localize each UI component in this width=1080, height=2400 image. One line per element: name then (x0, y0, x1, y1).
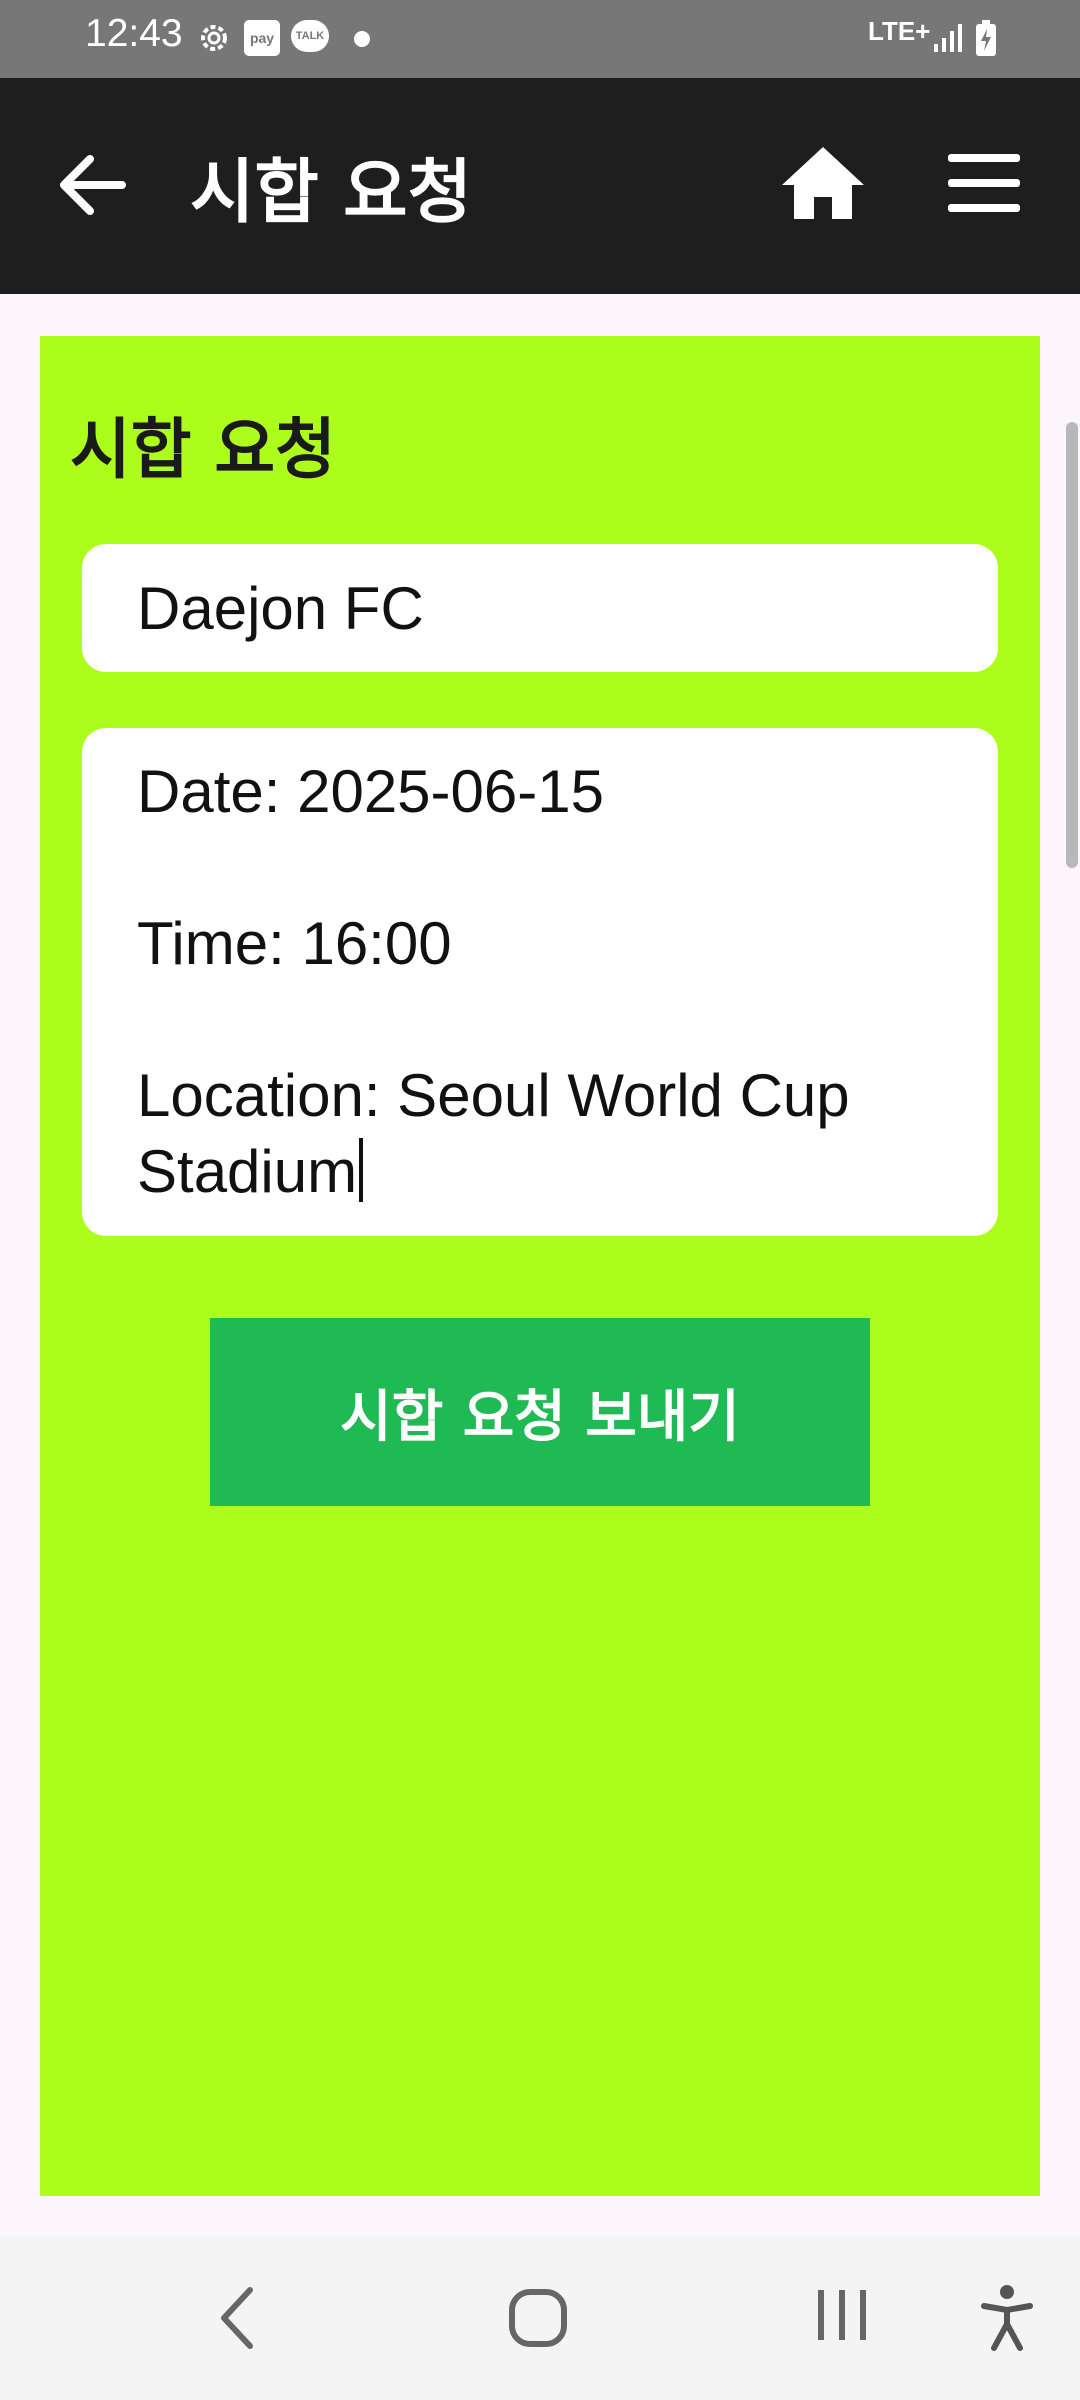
date-line: Date: 2025-06-15 (137, 758, 604, 825)
status-time: 12:43 (85, 12, 183, 55)
time-line: Time: 16:00 (137, 910, 452, 977)
location-line: Location: Seoul World Cup (137, 1062, 850, 1129)
notification-dot (354, 31, 370, 47)
talk-label: TALK (295, 30, 325, 42)
match-details-textarea[interactable]: Date: 2025-06-15 Time: 16:00 Location: S… (82, 728, 998, 1236)
match-request-card: 시합 요청 Daejon FC Date: 2025-06-15 Time: 1… (40, 336, 1040, 2196)
signal-icon (934, 24, 962, 52)
home-icon[interactable] (780, 143, 866, 223)
pay-icon: pay (244, 20, 280, 56)
nav-recents-icon[interactable] (814, 2288, 870, 2344)
accessibility-icon[interactable] (980, 2284, 1034, 2352)
nav-home-icon[interactable] (508, 2288, 568, 2348)
card-heading: 시합 요청 (70, 411, 336, 488)
team-name-input[interactable]: Daejon FC (82, 544, 998, 672)
arrow-left-icon[interactable] (52, 145, 132, 225)
send-match-request-button[interactable]: 시합 요청 보내기 (210, 1318, 870, 1506)
nav-back-icon[interactable] (210, 2280, 262, 2356)
talk-icon: TALK (291, 20, 329, 52)
scrollbar[interactable] (1066, 422, 1078, 868)
status-bar: 12:43 pay TALK LTE+ (0, 0, 1080, 78)
text-cursor (359, 1138, 364, 1202)
pay-label: pay (249, 30, 275, 46)
network-type: LTE+ (868, 16, 931, 46)
app-bar: 시합 요청 (0, 78, 1080, 294)
system-nav-bar (0, 2236, 1080, 2400)
team-name-value: Daejon FC (137, 575, 424, 642)
location-line-continued: Stadium (137, 1134, 958, 1210)
settings-icon (201, 25, 227, 51)
page-title: 시합 요청 (190, 151, 472, 233)
hamburger-menu-icon[interactable] (944, 150, 1024, 216)
battery-icon (976, 20, 996, 56)
